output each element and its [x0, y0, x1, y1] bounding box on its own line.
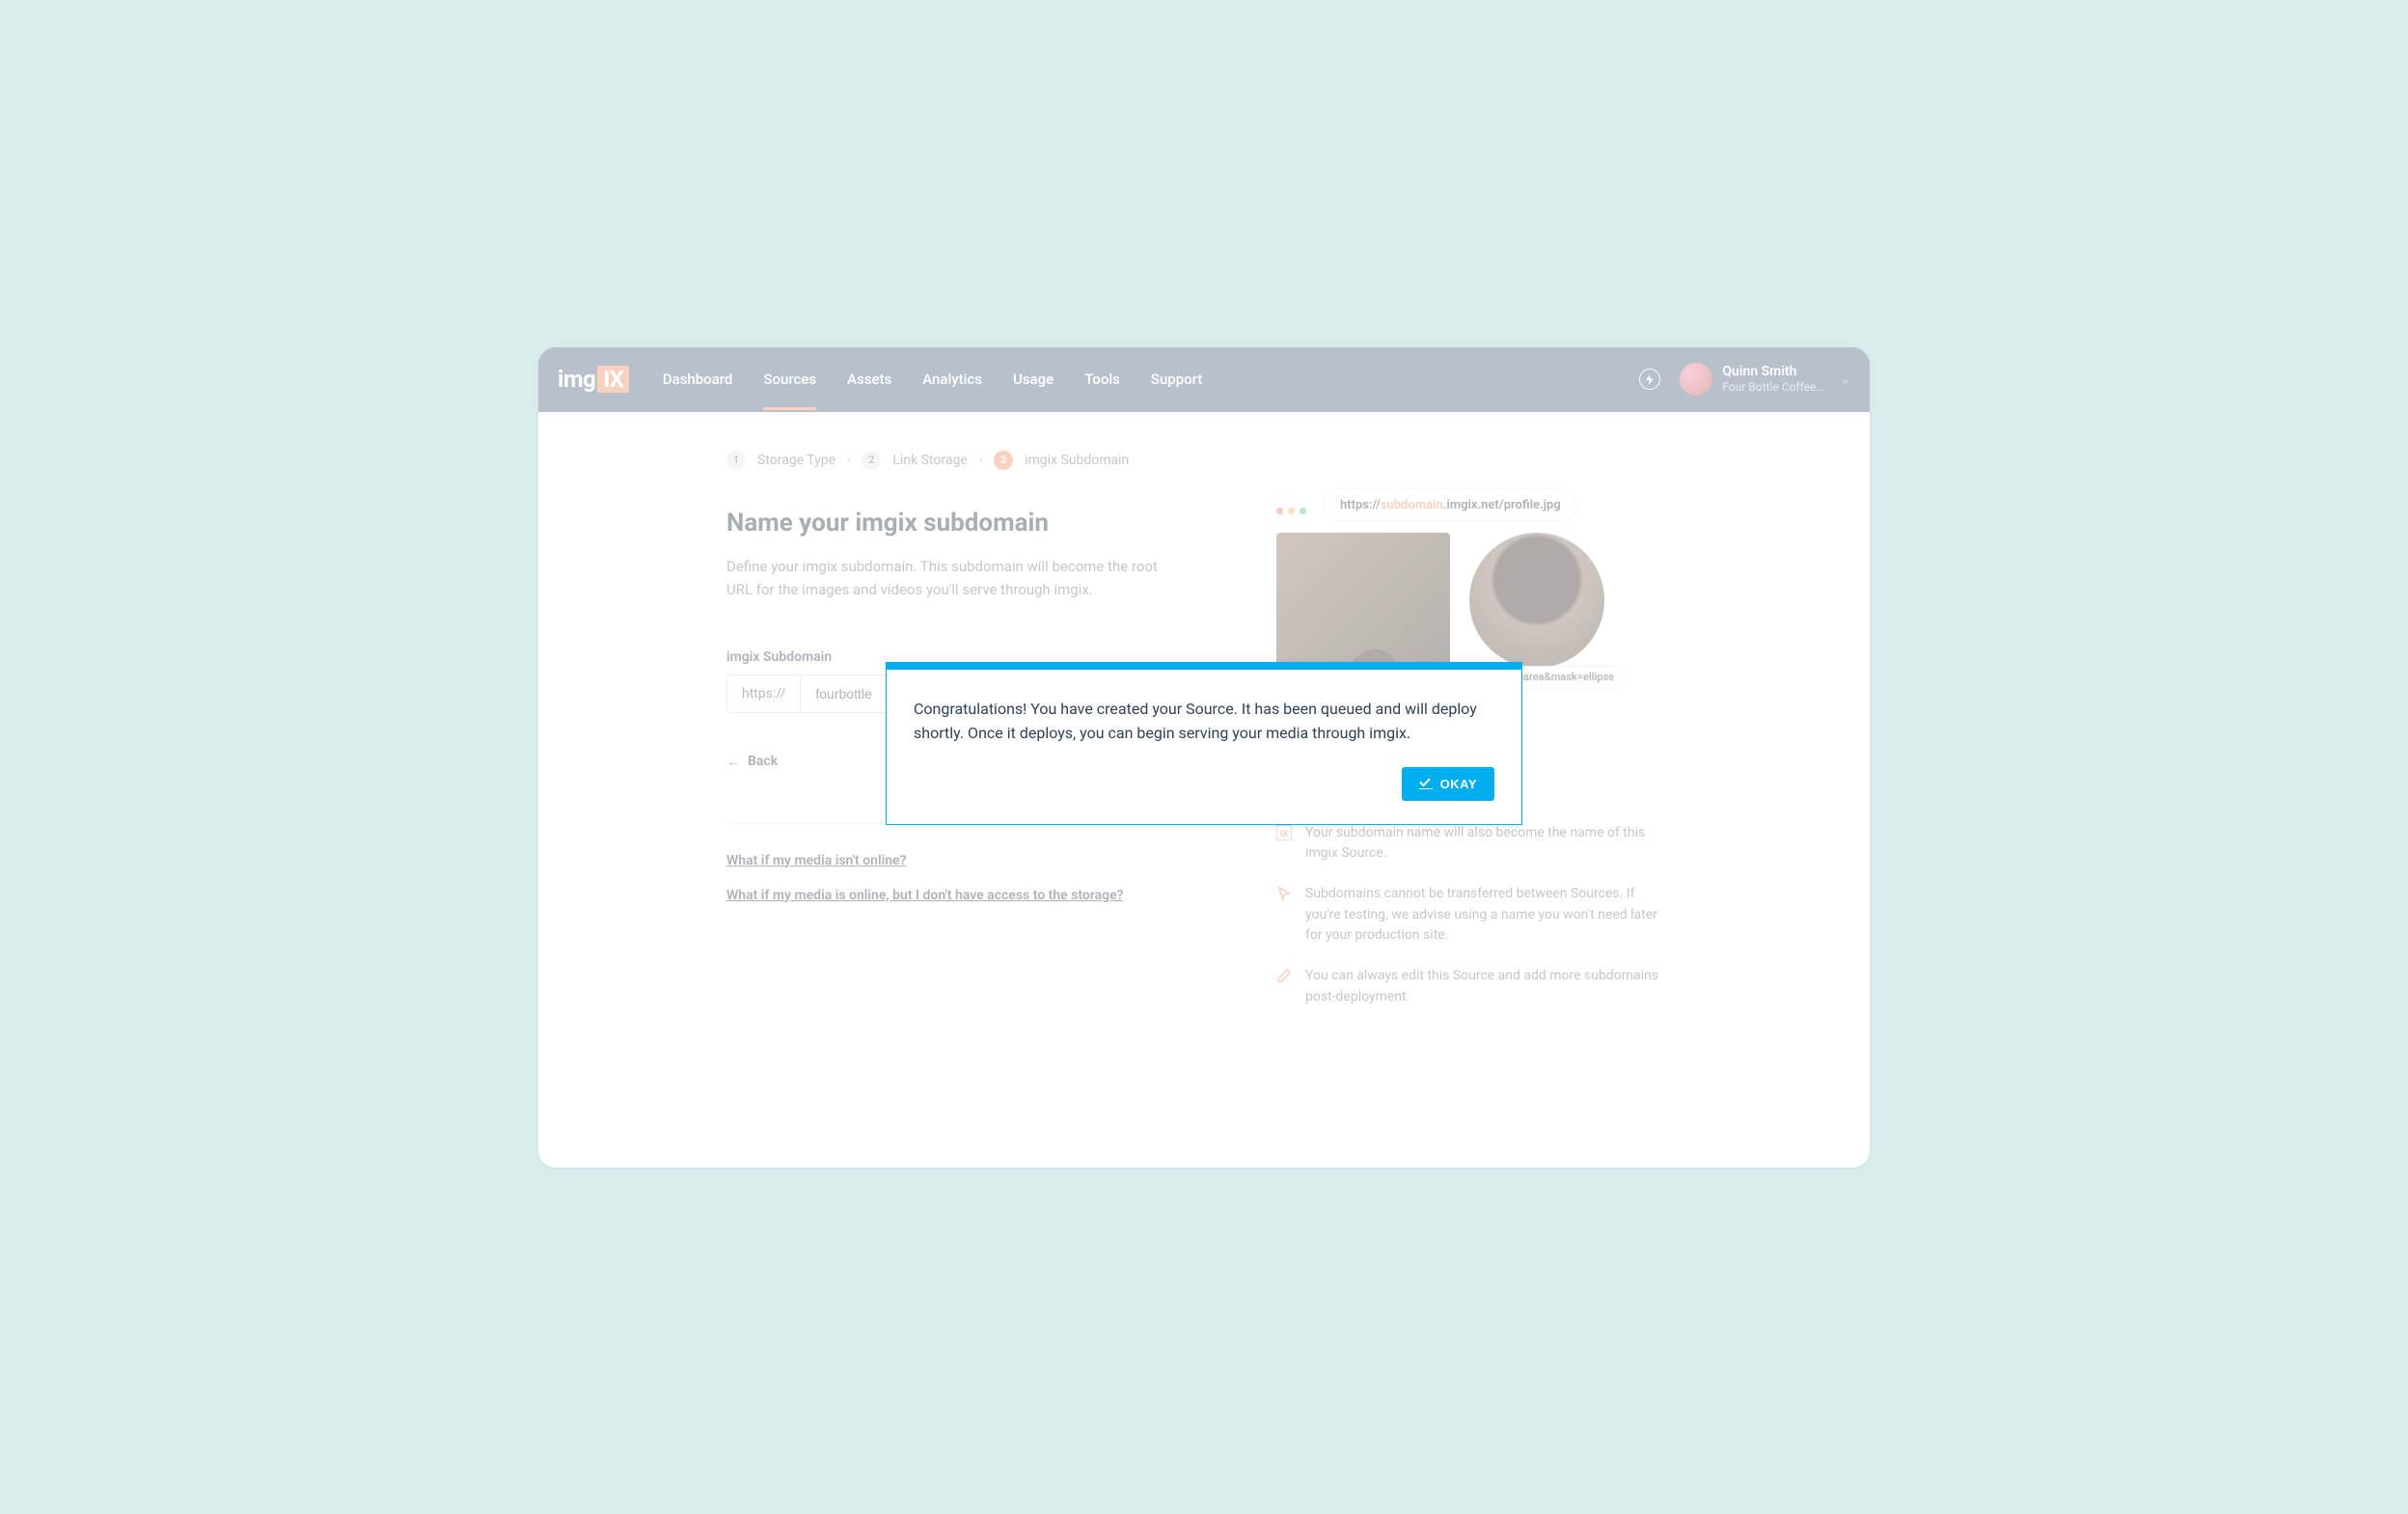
faq-link-2[interactable]: What if my media is online, but I don't …: [726, 888, 1209, 903]
step-3-num: 3: [994, 451, 1013, 470]
modal-message: Congratulations! You have created your S…: [887, 670, 1521, 767]
step-3-label: imgix Subdomain: [1025, 453, 1129, 468]
url-subdomain: subdomain: [1381, 498, 1443, 512]
tip-2: Subdomains cannot be transferred between…: [1276, 884, 1662, 947]
step-2-num: 2: [862, 451, 881, 470]
nav-usage[interactable]: Usage: [1013, 371, 1054, 388]
nav-right: Quinn Smith Four Bottle Coffee... ⌄: [1639, 363, 1850, 396]
tip-1-text: Your subdomain name will also become the…: [1305, 823, 1662, 865]
step-1-label[interactable]: Storage Type: [757, 453, 835, 468]
step-2-label[interactable]: Link Storage: [892, 453, 967, 468]
back-button[interactable]: ← Back: [726, 754, 778, 770]
page-desc: Define your imgix subdomain. This subdom…: [726, 555, 1180, 601]
window-dots: [1276, 508, 1306, 514]
tip-1: IX Your subdomain name will also become …: [1276, 823, 1662, 865]
image-cropped: [1469, 533, 1604, 668]
user-name: Quinn Smith: [1722, 364, 1825, 380]
breadcrumb: 1 Storage Type › 2 Link Storage › 3 imgi…: [726, 451, 1209, 470]
app-frame: img IX Dashboard Sources Assets Analytic…: [538, 347, 1870, 1168]
user-menu[interactable]: Quinn Smith Four Bottle Coffee... ⌄: [1680, 363, 1850, 396]
pencil-icon: [1276, 968, 1292, 983]
logo-text-img: img: [558, 366, 595, 393]
svg-text:IX: IX: [1280, 830, 1289, 840]
step-1-num: 1: [726, 451, 746, 470]
top-nav: img IX Dashboard Sources Assets Analytic…: [538, 347, 1870, 412]
badge-ix-icon: IX: [1276, 825, 1292, 840]
success-modal: Congratulations! You have created your S…: [886, 662, 1522, 825]
nav-support[interactable]: Support: [1151, 371, 1202, 388]
okay-button[interactable]: OKAY: [1402, 767, 1494, 801]
back-label: Back: [748, 754, 778, 769]
nav-tools[interactable]: Tools: [1084, 371, 1120, 388]
user-text: Quinn Smith Four Bottle Coffee...: [1722, 364, 1825, 394]
logo-badge-ix: IX: [597, 366, 628, 393]
bolt-icon[interactable]: [1639, 369, 1660, 390]
nav-dashboard[interactable]: Dashboard: [663, 371, 733, 388]
arrow-left-icon: ←: [726, 754, 740, 770]
okay-label: OKAY: [1440, 777, 1477, 791]
tip-2-text: Subdomains cannot be transferred between…: [1305, 884, 1662, 947]
url-suffix: .imgix.net/profile.jpg: [1443, 498, 1561, 512]
chevron-down-icon: ⌄: [1841, 372, 1850, 386]
input-prefix: https://: [727, 675, 801, 712]
tip-3-text: You can always edit this Source and add …: [1305, 966, 1662, 1007]
url-prefix: https://: [1340, 498, 1381, 512]
cursor-icon: [1276, 886, 1292, 901]
user-org: Four Bottle Coffee...: [1722, 380, 1825, 394]
page-title: Name your imgix subdomain: [726, 509, 1209, 537]
chevron-right-icon: ›: [847, 454, 850, 466]
tip-3: You can always edit this Source and add …: [1276, 966, 1662, 1007]
avatar: [1680, 363, 1712, 396]
check-icon: [1419, 778, 1433, 789]
nav-sources[interactable]: Sources: [763, 371, 816, 388]
chevron-right-icon: ›: [979, 454, 982, 466]
nav-analytics[interactable]: Analytics: [922, 371, 982, 388]
nav-links: Dashboard Sources Assets Analytics Usage…: [663, 371, 1203, 388]
faq-link-1[interactable]: What if my media isn't online?: [726, 853, 1209, 868]
nav-assets[interactable]: Assets: [847, 371, 891, 388]
logo[interactable]: img IX: [558, 366, 629, 393]
image-cropped-wrap: fit=facearea&mask=ellipse: [1469, 533, 1604, 668]
modal-footer: OKAY: [887, 767, 1521, 824]
url-pill: https://subdomain.imgix.net/profile.jpg: [1324, 489, 1577, 521]
